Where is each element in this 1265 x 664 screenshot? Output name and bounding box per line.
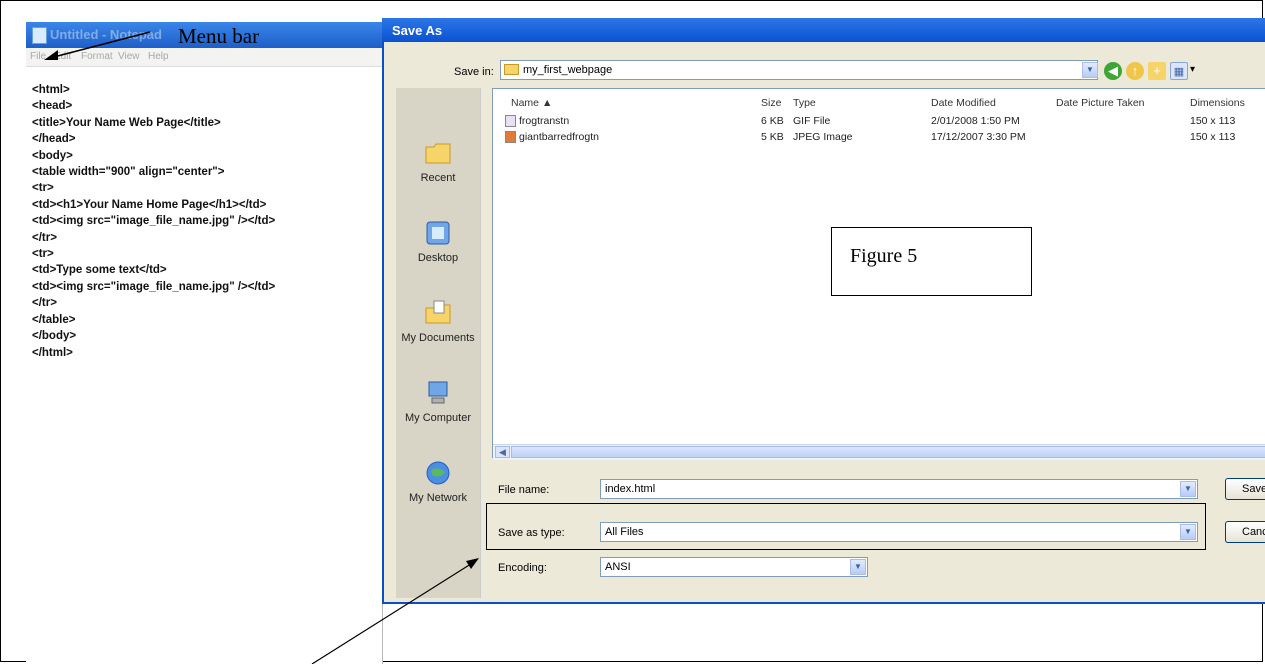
save-as-type-arrow-line — [311, 561, 475, 664]
menu-bar-arrow-head — [44, 50, 58, 60]
save-as-type-arrow-head — [466, 558, 479, 569]
annotation-arrows — [44, 31, 479, 664]
menu-bar-arrow-line — [49, 31, 151, 59]
